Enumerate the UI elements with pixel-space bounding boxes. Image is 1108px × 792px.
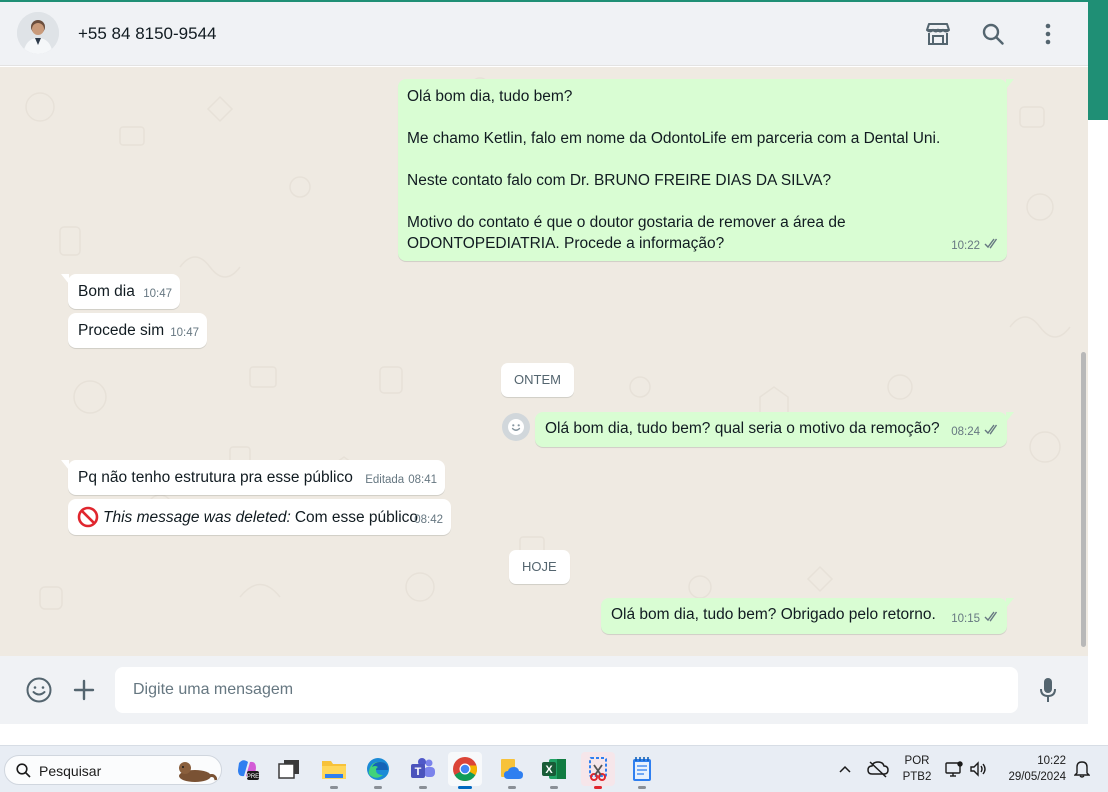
chat-scrollbar[interactable] bbox=[1078, 67, 1088, 656]
message-text: Olá bom dia, tudo bem? qual seria o moti… bbox=[545, 420, 940, 437]
message-time: 10:15 bbox=[951, 613, 980, 625]
running-indicator bbox=[374, 786, 382, 789]
message-time: 08:24 bbox=[951, 426, 980, 438]
message-text: Bom dia bbox=[78, 283, 135, 300]
taskbar-date[interactable]: 29/05/2024 bbox=[996, 771, 1066, 783]
chrome-icon[interactable] bbox=[448, 752, 482, 789]
read-receipt-icon bbox=[984, 422, 1000, 443]
microphone-icon[interactable] bbox=[1034, 676, 1062, 704]
message-input[interactable] bbox=[115, 667, 1018, 713]
message-meta: 10:15 bbox=[951, 609, 1000, 630]
running-indicator bbox=[330, 786, 338, 789]
read-receipt-icon bbox=[984, 236, 1000, 257]
chat-area[interactable]: Olá bom dia, tudo bem? Me chamo Ketlin, … bbox=[0, 67, 1088, 656]
plus-icon[interactable] bbox=[70, 676, 98, 704]
running-indicator bbox=[419, 786, 427, 789]
taskbar-search[interactable]: Pesquisar bbox=[4, 755, 222, 785]
snipping-tool-icon[interactable] bbox=[581, 752, 615, 789]
message-time: 10:22 bbox=[951, 240, 980, 252]
chat-header: +55 84 8150-9544 bbox=[0, 2, 1088, 66]
emoji-icon[interactable] bbox=[25, 676, 53, 704]
message-time: 08:42 bbox=[414, 514, 443, 526]
bubble-tail bbox=[1006, 412, 1014, 422]
svg-text:PRE: PRE bbox=[247, 774, 259, 780]
message-bubble-incoming[interactable]: This message was deleted: Com esse públi… bbox=[68, 499, 451, 535]
search-icon[interactable] bbox=[979, 20, 1007, 48]
keyboard-layout-indicator[interactable]: PTB2 bbox=[900, 771, 934, 783]
deleted-message-text: Com esse público bbox=[294, 508, 419, 526]
message-bubble-outgoing[interactable]: Olá bom dia, tudo bem? Me chamo Ketlin, … bbox=[398, 79, 1014, 261]
scrollbar-thumb[interactable] bbox=[1081, 352, 1086, 647]
smiley-icon bbox=[508, 419, 524, 435]
search-icon bbox=[16, 763, 31, 778]
message-text: Procede sim bbox=[78, 322, 165, 339]
cloud-offline-icon[interactable] bbox=[862, 752, 894, 786]
message-text: Pq não tenho estrutura pra esse público bbox=[78, 469, 353, 486]
window-edge bbox=[1088, 120, 1108, 724]
contact-name[interactable]: +55 84 8150-9544 bbox=[78, 24, 217, 44]
edge-icon[interactable] bbox=[361, 752, 395, 789]
notepad-icon[interactable] bbox=[625, 752, 659, 789]
message-paragraph: Neste contato falo com Dr. BRUNO FREIRE … bbox=[407, 172, 832, 189]
network-icon[interactable] bbox=[942, 752, 966, 786]
svg-text:T: T bbox=[415, 766, 422, 778]
onedrive-folder-icon[interactable] bbox=[495, 752, 529, 789]
window-bottom bbox=[0, 724, 1108, 745]
message-bubble-incoming[interactable]: Bom dia 10:47 bbox=[61, 274, 180, 309]
message-meta: 10:22 bbox=[951, 236, 1000, 257]
message-text: This message was deleted: Com esse públi… bbox=[77, 506, 418, 528]
shop-icon[interactable] bbox=[924, 20, 952, 48]
file-explorer-icon[interactable] bbox=[317, 752, 351, 789]
running-indicator bbox=[508, 786, 516, 789]
contact-avatar[interactable] bbox=[17, 12, 59, 54]
message-time: 10:47 bbox=[170, 327, 199, 339]
window-edge-accent bbox=[1088, 2, 1108, 120]
copilot-icon[interactable]: PRE bbox=[230, 752, 264, 786]
message-paragraph: Motivo do contato é que o doutor gostari… bbox=[407, 214, 846, 252]
message-bubble-outgoing[interactable]: Olá bom dia, tudo bem? qual seria o moti… bbox=[535, 412, 1014, 447]
bubble-tail bbox=[61, 460, 69, 470]
message-text: Olá bom dia, tudo bem? Me chamo Ketlin, … bbox=[407, 86, 1002, 254]
language-indicator[interactable]: POR bbox=[900, 755, 934, 767]
message-time: 10:47 bbox=[143, 288, 172, 300]
otter-illustration-icon bbox=[179, 762, 217, 782]
date-divider: ONTEM bbox=[501, 363, 574, 397]
message-bubble-incoming[interactable]: Procede sim 10:47 bbox=[68, 313, 207, 348]
windows-taskbar: Pesquisar PRE T X POR PTB2 10:22 29/05/2… bbox=[0, 745, 1108, 792]
bubble-tail bbox=[1006, 79, 1014, 89]
edited-label: Editada bbox=[365, 474, 405, 486]
more-vertical-icon[interactable] bbox=[1034, 20, 1062, 48]
message-bubble-outgoing[interactable]: Olá bom dia, tudo bem? Obrigado pelo ret… bbox=[601, 598, 1014, 634]
message-text: Olá bom dia, tudo bem? Obrigado pelo ret… bbox=[611, 606, 936, 623]
running-indicator bbox=[638, 786, 646, 789]
show-hidden-icons-icon[interactable] bbox=[830, 752, 860, 786]
bubble-tail bbox=[1006, 598, 1014, 608]
running-indicator bbox=[550, 786, 558, 789]
running-indicator bbox=[594, 786, 602, 789]
message-paragraph: Me chamo Ketlin, falo em nome da OdontoL… bbox=[407, 130, 941, 147]
volume-icon[interactable] bbox=[966, 752, 990, 786]
bubble-tail bbox=[61, 274, 69, 284]
excel-icon[interactable]: X bbox=[537, 752, 571, 789]
taskbar-time[interactable]: 10:22 bbox=[1000, 755, 1066, 767]
date-divider: HOJE bbox=[509, 550, 570, 584]
message-meta: 08:24 bbox=[951, 422, 1000, 443]
read-receipt-icon bbox=[984, 609, 1000, 630]
deleted-icon bbox=[77, 506, 99, 528]
svg-text:X: X bbox=[545, 764, 553, 776]
message-composer bbox=[0, 656, 1088, 724]
emoji-reaction-button[interactable] bbox=[502, 413, 530, 441]
notification-bell-icon[interactable] bbox=[1070, 752, 1094, 786]
deleted-label: This message was deleted: bbox=[103, 508, 291, 526]
message-time: 08:41 bbox=[408, 474, 437, 486]
taskbar-search-text: Pesquisar bbox=[39, 763, 102, 779]
message-meta: Editada 08:41 bbox=[365, 470, 437, 491]
active-indicator bbox=[458, 786, 472, 789]
message-paragraph: Olá bom dia, tudo bem? bbox=[407, 88, 573, 105]
teams-icon[interactable]: T bbox=[406, 752, 440, 789]
task-view-icon[interactable] bbox=[272, 752, 306, 786]
message-bubble-incoming[interactable]: Pq não tenho estrutura pra esse público … bbox=[61, 460, 445, 495]
